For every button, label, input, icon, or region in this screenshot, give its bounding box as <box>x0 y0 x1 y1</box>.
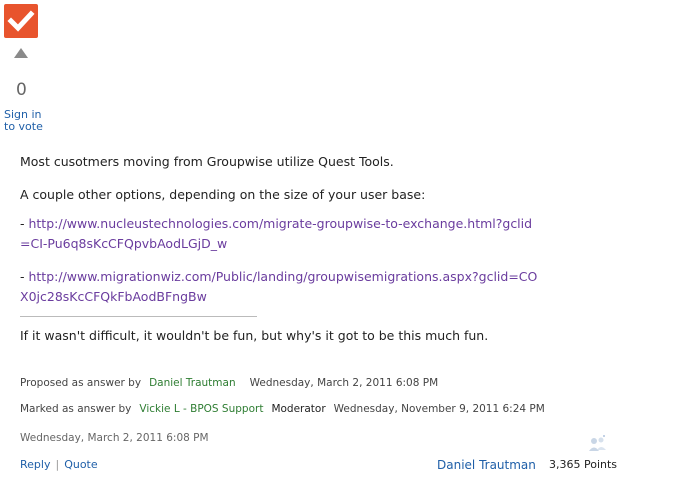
post-actions: Reply | Quote <box>20 458 98 471</box>
proposed-as-answer-line: Proposed as answer by Daniel Trautman Wedn… <box>20 377 438 389</box>
post-text-line1: Most cusotmers moving from Groupwise uti… <box>20 154 394 169</box>
answer-checkmark-icon <box>4 4 38 38</box>
signature-divider <box>20 316 257 317</box>
post-date: Wednesday, March 2, 2011 6:08 PM <box>20 432 209 444</box>
migrationwiz-link[interactable]: http://www.migrationwiz.com/Public/landi… <box>20 269 537 304</box>
signature-text: If it wasn't difficult, it wouldn't be f… <box>20 328 489 343</box>
proposed-user-link[interactable]: Daniel Trautman <box>149 377 236 389</box>
proposed-label: Proposed as answer by <box>20 377 142 389</box>
marked-as-answer-line: Marked as answer by Vickie L - BPOS Suppo… <box>20 403 545 415</box>
post-text-line2: A couple other options, depending on the… <box>20 187 426 202</box>
link-item-1: - http://www.nucleustechnologies.com/mig… <box>20 214 540 254</box>
proposed-date: Wednesday, March 2, 2011 6:08 PM <box>249 377 439 389</box>
action-separator: | <box>55 458 60 471</box>
author-name-link[interactable]: Daniel Trautman <box>437 458 536 472</box>
quote-link[interactable]: Quote <box>64 458 97 471</box>
author-points: 3,365 Points <box>549 458 618 471</box>
reply-link[interactable]: Reply <box>20 458 50 471</box>
sign-in-to-vote-link[interactable]: Sign in to vote <box>4 109 43 133</box>
vote-up-arrow-icon[interactable] <box>14 48 28 58</box>
nucleus-link[interactable]: http://www.nucleustechnologies.com/migra… <box>20 216 532 251</box>
link-item-2: - http://www.migrationwiz.com/Public/lan… <box>20 267 540 307</box>
sign-in-line2: to vote <box>4 120 43 133</box>
vote-count: 0 <box>16 80 27 100</box>
avatar-icon[interactable] <box>586 432 608 454</box>
marked-label: Marked as answer by <box>20 403 132 415</box>
moderator-badge: Moderator <box>271 403 326 415</box>
marked-user-link[interactable]: Vickie L - BPOS Support <box>139 403 263 415</box>
marked-date: Wednesday, November 9, 2011 6:24 PM <box>333 403 545 415</box>
